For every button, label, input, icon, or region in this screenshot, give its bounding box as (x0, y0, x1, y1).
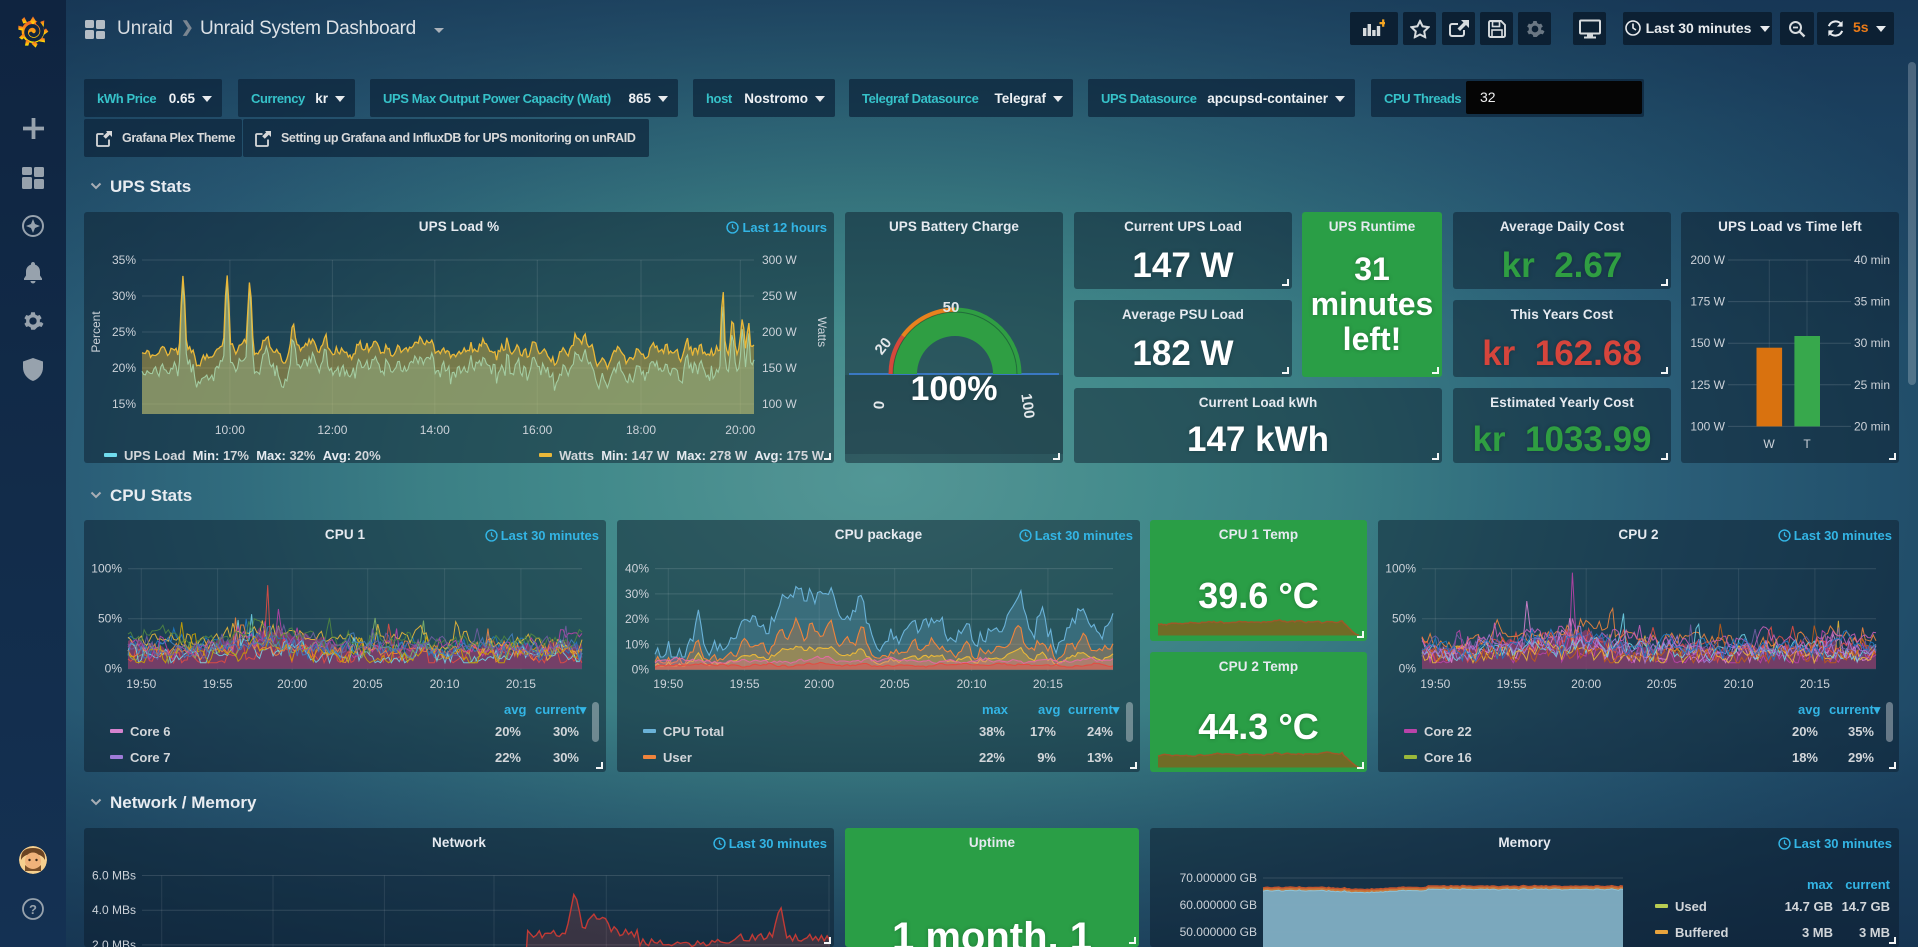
svg-text:20:10: 20:10 (1724, 677, 1754, 691)
svg-text:19:50: 19:50 (1420, 677, 1450, 691)
svg-text:20:10: 20:10 (957, 677, 987, 691)
svg-text:10:00: 10:00 (215, 423, 245, 437)
svg-text:20:00: 20:00 (804, 677, 834, 691)
svg-text:20:05: 20:05 (880, 677, 910, 691)
svg-text:20:15: 20:15 (506, 677, 536, 691)
svg-text:50%: 50% (1392, 612, 1416, 626)
svg-text:Watts: Watts (815, 317, 829, 347)
svg-text:0%: 0% (632, 663, 650, 677)
svg-text:25%: 25% (112, 325, 136, 339)
svg-text:20 min: 20 min (1854, 419, 1890, 433)
svg-text:20:00: 20:00 (1571, 677, 1601, 691)
svg-text:16:00: 16:00 (522, 423, 552, 437)
svg-text:300 W: 300 W (762, 253, 797, 267)
svg-text:20:15: 20:15 (1800, 677, 1830, 691)
svg-text:40 min: 40 min (1854, 253, 1890, 267)
svg-text:?: ? (29, 902, 37, 917)
svg-text:100 W: 100 W (1690, 419, 1725, 433)
svg-text:35 min: 35 min (1854, 295, 1890, 309)
svg-text:2.0 MBs: 2.0 MBs (92, 938, 136, 947)
svg-text:12:00: 12:00 (317, 423, 347, 437)
svg-text:19:55: 19:55 (730, 677, 760, 691)
svg-text:0%: 0% (1399, 662, 1417, 676)
svg-text:125 W: 125 W (1690, 378, 1725, 392)
svg-text:35%: 35% (112, 253, 136, 267)
svg-text:19:55: 19:55 (203, 677, 233, 691)
svg-text:150 W: 150 W (762, 361, 797, 375)
svg-text:50%: 50% (98, 612, 122, 626)
svg-text:19:55: 19:55 (1497, 677, 1527, 691)
svg-text:19:50: 19:50 (126, 677, 156, 691)
svg-text:250 W: 250 W (762, 289, 797, 303)
svg-text:10%: 10% (625, 637, 649, 651)
svg-text:20:10: 20:10 (430, 677, 460, 691)
svg-text:200 W: 200 W (1690, 253, 1725, 267)
svg-text:20:00: 20:00 (725, 423, 755, 437)
svg-text:4.0 MBs: 4.0 MBs (92, 903, 136, 917)
svg-text:20:05: 20:05 (1647, 677, 1677, 691)
svg-text:18:00: 18:00 (626, 423, 656, 437)
svg-text:6.0 MBs: 6.0 MBs (92, 869, 136, 883)
svg-text:70.000000 GB: 70.000000 GB (1180, 871, 1257, 885)
svg-text:200 W: 200 W (762, 325, 797, 339)
svg-text:50: 50 (943, 299, 960, 316)
svg-text:40%: 40% (625, 562, 649, 576)
svg-text:100%: 100% (1385, 562, 1416, 576)
svg-text:Percent: Percent (89, 311, 103, 353)
svg-text:W: W (1763, 437, 1775, 451)
svg-text:20:05: 20:05 (353, 677, 383, 691)
svg-text:150 W: 150 W (1690, 336, 1725, 350)
svg-text:T: T (1803, 437, 1811, 451)
svg-text:20:00: 20:00 (277, 677, 307, 691)
svg-text:0%: 0% (105, 662, 123, 676)
svg-text:175 W: 175 W (1690, 295, 1725, 309)
svg-text:60.000000 GB: 60.000000 GB (1180, 898, 1257, 912)
svg-text:30%: 30% (625, 587, 649, 601)
svg-text:100%: 100% (91, 562, 122, 576)
svg-text:19:50: 19:50 (653, 677, 683, 691)
svg-text:50.000000 GB: 50.000000 GB (1180, 925, 1257, 939)
svg-text:30%: 30% (112, 289, 136, 303)
svg-text:20:15: 20:15 (1033, 677, 1063, 691)
svg-text:15%: 15% (112, 397, 136, 411)
svg-text:100 W: 100 W (762, 397, 797, 411)
svg-text:30 min: 30 min (1854, 336, 1890, 350)
svg-text:20%: 20% (625, 612, 649, 626)
svg-text:20%: 20% (112, 361, 136, 375)
svg-text:25 min: 25 min (1854, 378, 1890, 392)
svg-text:14:00: 14:00 (420, 423, 450, 437)
